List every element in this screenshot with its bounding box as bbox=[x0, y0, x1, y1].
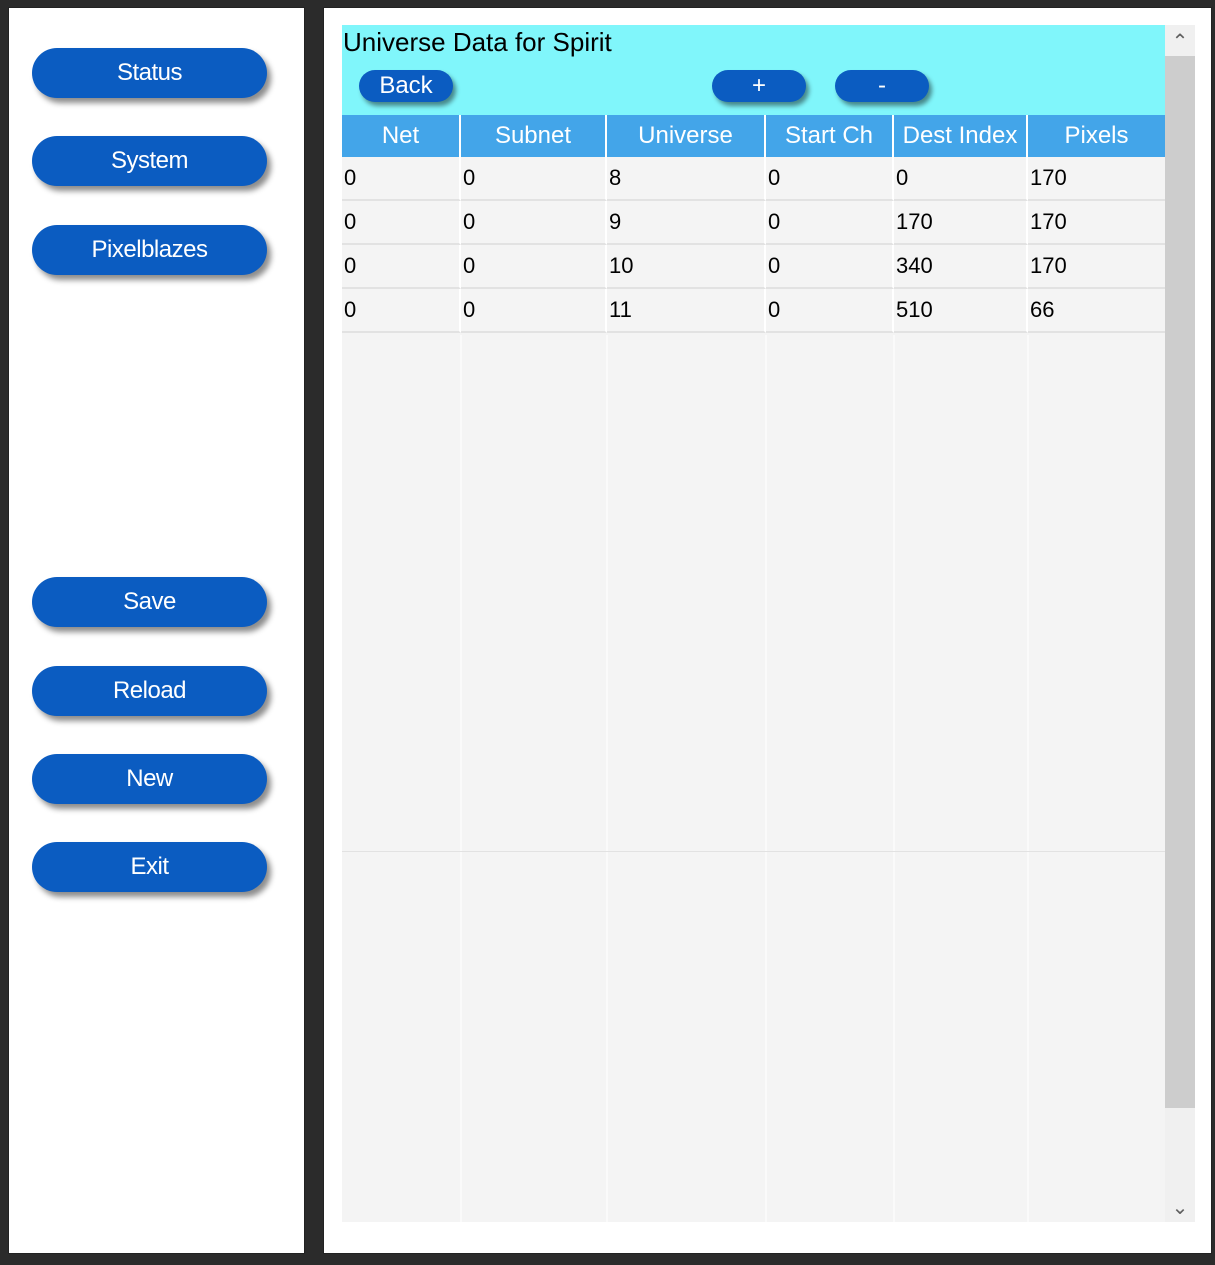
column-header-net[interactable]: Net bbox=[342, 115, 461, 157]
column-header-universe[interactable]: Universe bbox=[607, 115, 766, 157]
column-divider bbox=[893, 335, 895, 1222]
cell-subnet[interactable]: 0 bbox=[461, 201, 607, 245]
new-button[interactable]: New bbox=[32, 754, 267, 804]
column-divider bbox=[606, 335, 608, 1222]
cell-net[interactable]: 0 bbox=[342, 245, 461, 289]
cell-universe[interactable]: 9 bbox=[607, 201, 766, 245]
page-title: Universe Data for Spirit bbox=[343, 27, 612, 57]
save-button[interactable]: Save bbox=[32, 577, 267, 627]
chevron-down-icon[interactable]: ⌄ bbox=[1165, 1193, 1195, 1221]
cell-dest-index[interactable]: 0 bbox=[894, 157, 1028, 201]
remove-row-button[interactable]: - bbox=[835, 70, 929, 102]
column-divider bbox=[1027, 335, 1029, 1222]
column-header-dest-index[interactable]: Dest Index bbox=[894, 115, 1028, 157]
column-header-subnet[interactable]: Subnet bbox=[461, 115, 607, 157]
cell-subnet[interactable]: 0 bbox=[461, 289, 607, 333]
cell-pixels[interactable]: 170 bbox=[1028, 245, 1165, 289]
cell-dest-index[interactable]: 340 bbox=[894, 245, 1028, 289]
cell-start-ch[interactable]: 0 bbox=[766, 157, 894, 201]
pixelblazes-button[interactable]: Pixelblazes bbox=[32, 225, 267, 275]
universe-data-view: Universe Data for Spirit Back + - Net Su… bbox=[342, 25, 1165, 1222]
cell-net[interactable]: 0 bbox=[342, 201, 461, 245]
cell-subnet[interactable]: 0 bbox=[461, 245, 607, 289]
cell-start-ch[interactable]: 0 bbox=[766, 245, 894, 289]
back-button[interactable]: Back bbox=[359, 70, 453, 102]
table-row[interactable]: 0 0 8 0 0 170 bbox=[342, 157, 1165, 201]
cell-universe[interactable]: 11 bbox=[607, 289, 766, 333]
cell-subnet[interactable]: 0 bbox=[461, 157, 607, 201]
chevron-up-icon[interactable]: ⌃ bbox=[1165, 27, 1195, 55]
exit-button[interactable]: Exit bbox=[32, 842, 267, 892]
cell-pixels[interactable]: 170 bbox=[1028, 201, 1165, 245]
status-button[interactable]: Status bbox=[32, 48, 267, 98]
cell-dest-index[interactable]: 170 bbox=[894, 201, 1028, 245]
sidebar: Status System Pixelblazes Save Reload Ne… bbox=[8, 7, 305, 1254]
cell-universe[interactable]: 8 bbox=[607, 157, 766, 201]
table-header-row: Net Subnet Universe Start Ch Dest Index … bbox=[342, 115, 1165, 157]
cell-pixels[interactable]: 66 bbox=[1028, 289, 1165, 333]
reload-button[interactable]: Reload bbox=[32, 666, 267, 716]
cell-net[interactable]: 0 bbox=[342, 157, 461, 201]
header-band: Universe Data for Spirit Back + - bbox=[342, 25, 1165, 115]
add-row-button[interactable]: + bbox=[712, 70, 806, 102]
column-header-start-ch[interactable]: Start Ch bbox=[766, 115, 894, 157]
universe-table: Net Subnet Universe Start Ch Dest Index … bbox=[342, 115, 1165, 333]
cell-pixels[interactable]: 170 bbox=[1028, 157, 1165, 201]
grid-divider bbox=[342, 851, 1165, 852]
table-row[interactable]: 0 0 11 0 510 66 bbox=[342, 289, 1165, 333]
column-header-pixels[interactable]: Pixels bbox=[1028, 115, 1165, 157]
main-panel: Universe Data for Spirit Back + - Net Su… bbox=[323, 7, 1212, 1254]
vertical-scrollbar[interactable]: ⌃ ⌄ bbox=[1165, 25, 1195, 1222]
scroll-thumb[interactable] bbox=[1165, 56, 1195, 1108]
cell-net[interactable]: 0 bbox=[342, 289, 461, 333]
column-divider bbox=[765, 335, 767, 1222]
table-row[interactable]: 0 0 10 0 340 170 bbox=[342, 245, 1165, 289]
cell-start-ch[interactable]: 0 bbox=[766, 201, 894, 245]
table-row[interactable]: 0 0 9 0 170 170 bbox=[342, 201, 1165, 245]
cell-dest-index[interactable]: 510 bbox=[894, 289, 1028, 333]
column-divider bbox=[460, 335, 462, 1222]
cell-start-ch[interactable]: 0 bbox=[766, 289, 894, 333]
cell-universe[interactable]: 10 bbox=[607, 245, 766, 289]
system-button[interactable]: System bbox=[32, 136, 267, 186]
